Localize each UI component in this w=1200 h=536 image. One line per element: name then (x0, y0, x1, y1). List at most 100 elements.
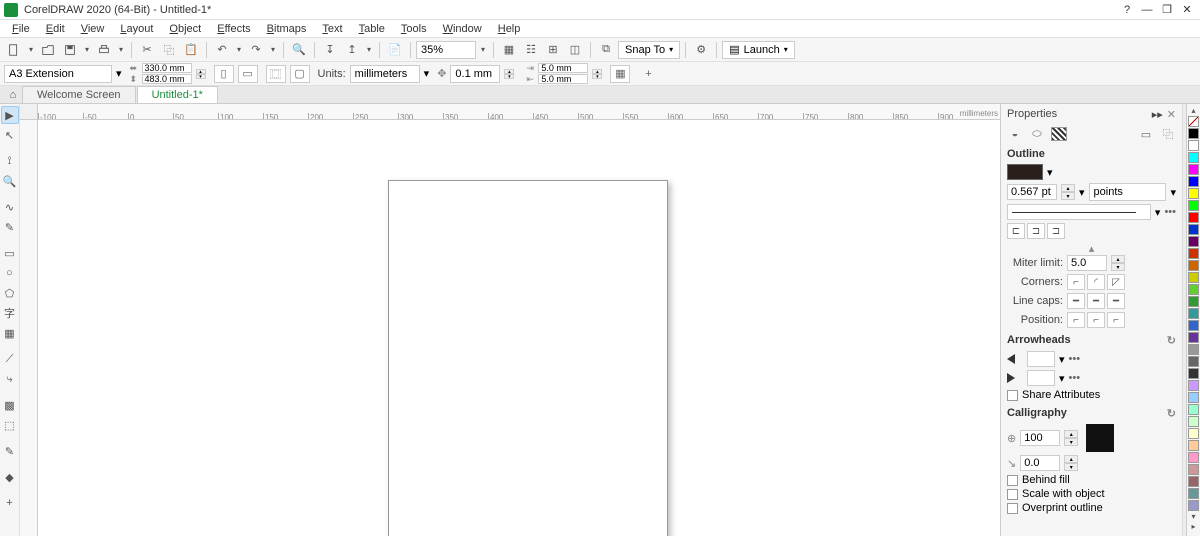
page[interactable] (388, 180, 668, 536)
snap-to-combo[interactable]: Snap To ▾ (618, 41, 680, 59)
color-swatch[interactable] (1188, 392, 1199, 403)
dash-edit-2[interactable]: ⊐ (1027, 223, 1045, 239)
menu-edit[interactable]: Edit (38, 22, 73, 36)
dimension-tool[interactable]: ⟋ (1, 350, 19, 368)
zoom-combo[interactable]: 35% (416, 41, 476, 59)
page-height[interactable]: 483.0 mm (142, 74, 192, 84)
cap-round[interactable]: ━ (1087, 293, 1105, 309)
pos-inside[interactable]: ⌐ (1107, 312, 1125, 328)
corner-round[interactable]: ◜ (1087, 274, 1105, 290)
snap-icon[interactable]: ⧉ (596, 40, 616, 60)
print-button[interactable] (94, 40, 114, 60)
expand-up-icon[interactable]: ▴ (1007, 242, 1176, 255)
crop-tool[interactable]: ⟟ (1, 152, 19, 170)
all-pages-button[interactable]: ⿴ (266, 65, 286, 83)
color-swatch[interactable] (1188, 236, 1199, 247)
dup-x[interactable]: 5.0 mm (538, 63, 588, 73)
page-size-dropdown[interactable]: ▾ (116, 67, 122, 80)
redo-dropdown[interactable]: ▾ (268, 40, 278, 60)
connector-tool[interactable]: ⤷ (1, 370, 19, 388)
color-swatch[interactable] (1188, 152, 1199, 163)
behind-fill-checkbox[interactable] (1007, 475, 1018, 486)
corner-bevel[interactable]: ◸ (1107, 274, 1125, 290)
minimize-button[interactable]: — (1138, 3, 1156, 17)
color-swatch[interactable] (1188, 356, 1199, 367)
color-swatch[interactable] (1188, 404, 1199, 415)
paste-button[interactable]: 📋 (181, 40, 201, 60)
color-swatch[interactable] (1188, 272, 1199, 283)
outline-color-swatch[interactable] (1007, 164, 1043, 180)
treat-as-filled-button[interactable]: ▦ (610, 65, 630, 83)
tab-welcome[interactable]: Welcome Screen (22, 86, 136, 103)
color-swatch[interactable] (1188, 224, 1199, 235)
menu-table[interactable]: Table (351, 22, 393, 36)
color-swatch[interactable] (1188, 320, 1199, 331)
ellipse-tool[interactable]: ○ (1, 264, 19, 282)
arrow-end-combo[interactable] (1027, 370, 1055, 386)
color-swatch[interactable] (1188, 140, 1199, 151)
color-swatch[interactable] (1188, 128, 1199, 139)
palette-scroll-down[interactable]: ▾ (1188, 512, 1200, 522)
launch-combo[interactable]: ▤ Launch ▾ (722, 41, 795, 59)
help-icon[interactable]: ? (1118, 3, 1136, 17)
units-combo[interactable]: millimeters (350, 65, 420, 83)
current-page-button[interactable]: ▢ (290, 65, 310, 83)
shape-tool[interactable]: ↖ (1, 126, 19, 144)
docker-menu-icon[interactable]: ▸▸ (1152, 108, 1163, 121)
pos-outside[interactable]: ⌐ (1067, 312, 1085, 328)
import-button[interactable]: ↧ (320, 40, 340, 60)
menu-bitmaps[interactable]: Bitmaps (259, 22, 315, 36)
calligraphy-reset-icon[interactable]: ↻ (1167, 407, 1176, 420)
close-button[interactable]: ✕ (1178, 3, 1196, 17)
color-swatch[interactable] (1188, 440, 1199, 451)
page-width[interactable]: 330.0 mm (142, 63, 192, 73)
corner-miter[interactable]: ⌐ (1067, 274, 1085, 290)
arrow-end-more[interactable]: ••• (1069, 372, 1081, 384)
transparency-icon[interactable] (1051, 127, 1067, 141)
tab-document[interactable]: Untitled-1* (137, 86, 218, 103)
outline-units-combo[interactable]: points (1089, 183, 1167, 201)
export-dropdown[interactable]: ▾ (364, 40, 374, 60)
outline-color-dropdown[interactable]: ▾ (1047, 166, 1053, 179)
color-swatch[interactable] (1188, 380, 1199, 391)
outline-width-field[interactable]: 0.567 pt (1007, 184, 1057, 200)
export-button[interactable]: ↥ (342, 40, 362, 60)
drop-shadow-tool[interactable]: ▩ (1, 396, 19, 414)
palette-scroll-up[interactable]: ▴ (1188, 106, 1200, 116)
publish-pdf-button[interactable]: 📄 (385, 40, 405, 60)
fill-icon[interactable]: ◒ (1007, 126, 1023, 142)
transparency-tool[interactable]: ⬚ (1, 416, 19, 434)
outline-sel-icon[interactable]: ⬭ (1029, 126, 1045, 142)
grid-button[interactable]: ⊞ (543, 40, 563, 60)
pick-tool[interactable]: ▶ (1, 106, 19, 124)
share-attributes-checkbox[interactable] (1007, 390, 1018, 401)
overprint-outline-checkbox[interactable] (1007, 503, 1018, 514)
table-tool[interactable]: ▦ (1, 324, 19, 342)
new-button[interactable] (4, 40, 24, 60)
arrow-start-more[interactable]: ••• (1069, 353, 1081, 365)
color-swatch[interactable] (1188, 500, 1199, 511)
add-tool[interactable]: + (1, 494, 19, 512)
color-swatch[interactable] (1188, 308, 1199, 319)
undo-dropdown[interactable]: ▾ (234, 40, 244, 60)
docker-view-icon[interactable]: ▭ (1138, 126, 1154, 142)
add-button[interactable]: + (638, 65, 658, 83)
menu-text[interactable]: Text (314, 22, 350, 36)
zoom-tool[interactable]: 🔍 (1, 172, 19, 190)
docker-copy-icon[interactable]: ⿻ (1160, 126, 1176, 142)
ruler-horizontal[interactable]: millimeters -100-50050100150200250300350… (38, 104, 1000, 120)
color-swatch[interactable] (1188, 452, 1199, 463)
palette-flyout[interactable]: ▸ (1188, 522, 1200, 532)
home-icon[interactable]: ⌂ (4, 87, 22, 103)
fullscreen-button[interactable]: ▦ (499, 40, 519, 60)
menu-effects[interactable]: Effects (209, 22, 258, 36)
color-eyedropper-tool[interactable]: ✎ (1, 442, 19, 460)
arrowheads-reset-icon[interactable]: ↻ (1167, 334, 1176, 347)
zoom-dropdown[interactable]: ▾ (478, 40, 488, 60)
dup-y[interactable]: 5.0 mm (538, 74, 588, 84)
color-swatch[interactable] (1188, 464, 1199, 475)
color-swatch[interactable] (1188, 248, 1199, 259)
miter-limit-field[interactable]: 5.0 (1067, 255, 1107, 271)
color-swatch[interactable] (1188, 284, 1199, 295)
maximize-button[interactable]: ❐ (1158, 3, 1176, 17)
